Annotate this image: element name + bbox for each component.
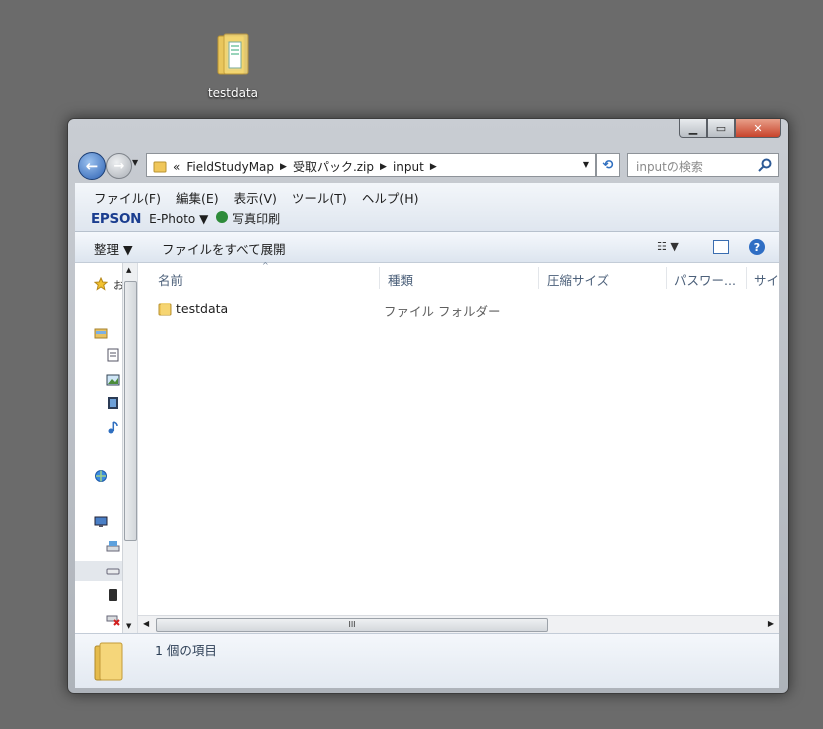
library-icon[interactable] (94, 326, 108, 340)
horizontal-scrollbar[interactable]: ◀ III ▶ (138, 615, 779, 633)
menu-file[interactable]: ファイル(F) (94, 188, 161, 207)
drive-icon[interactable] (106, 564, 120, 578)
epson-app-menu[interactable]: E-Photo ▼ (149, 212, 208, 226)
scroll-left-icon[interactable]: ◀ (143, 619, 149, 628)
menu-edit[interactable]: 編集(E) (176, 188, 219, 207)
document-icon[interactable] (106, 348, 120, 362)
search-input[interactable]: inputの検索 (627, 153, 779, 177)
minimize-button[interactable]: ▁ (679, 119, 707, 138)
details-pane: 1 個の項目 (75, 633, 779, 688)
table-row[interactable]: testdata ファイル フォルダー (138, 299, 779, 321)
address-dropdown-icon[interactable]: ▼ (583, 160, 589, 169)
folder-icon (153, 161, 167, 173)
help-icon[interactable]: ? (749, 239, 765, 255)
folder-icon (94, 642, 123, 681)
print-photo-button[interactable]: 写真印刷 (216, 210, 280, 227)
navigation-pane: お ▲ ▼ (75, 263, 138, 633)
file-list: ^ 名前 種類 圧縮サイズ パスワー... サイ testdata ファイル フ… (138, 261, 779, 633)
explorer-window: ▁ ▭ ✕ ← → ▼ « FieldStudyMap ▶ 受取パック.zip … (67, 118, 789, 694)
file-name: testdata (176, 301, 229, 316)
music-icon[interactable] (106, 420, 120, 434)
column-type[interactable]: 種類 (388, 270, 413, 289)
picture-icon[interactable] (106, 373, 120, 387)
recent-pages-dropdown[interactable]: ▼ (132, 158, 138, 167)
extract-all-button[interactable]: ファイルをすべて展開 (162, 239, 286, 258)
column-separator[interactable] (538, 267, 539, 289)
command-bar: 整理 ▼ ファイルをすべて展開 ☷ ▼ ? (75, 232, 779, 263)
epson-app-label: E-Photo (149, 211, 196, 226)
address-row: ← → ▼ « FieldStudyMap ▶ 受取パック.zip ▶ inpu… (76, 151, 780, 180)
menu-help[interactable]: ヘルプ(H) (362, 188, 419, 207)
nav-vertical-scrollbar[interactable]: ▲ ▼ (122, 263, 137, 633)
scroll-up-icon[interactable]: ▲ (126, 266, 131, 274)
search-placeholder: inputの検索 (636, 160, 703, 174)
video-icon[interactable] (106, 396, 120, 410)
refresh-button[interactable]: ⟲ (596, 153, 620, 177)
preview-pane-icon[interactable] (713, 240, 729, 254)
print-photo-label: 写真印刷 (232, 212, 281, 226)
network-drive-icon[interactable] (106, 612, 120, 626)
drive-icon[interactable] (106, 588, 120, 602)
address-bar[interactable]: « FieldStudyMap ▶ 受取パック.zip ▶ input ▶ ▼ (146, 153, 596, 177)
forward-button[interactable]: → (106, 153, 132, 179)
column-size[interactable]: サイ (754, 270, 779, 289)
item-count: 1 個の項目 (155, 643, 217, 658)
nav-scroll-thumb[interactable] (124, 281, 137, 541)
epson-toolbar: EPSON E-Photo ▼ 写真印刷 (91, 210, 280, 227)
column-headers: ^ 名前 種類 圧縮サイズ パスワー... サイ (138, 261, 779, 293)
breadcrumb-overflow[interactable]: « (173, 160, 180, 174)
column-separator[interactable] (666, 267, 667, 289)
column-compressed-size[interactable]: 圧縮サイズ (547, 270, 609, 289)
network-icon[interactable] (94, 469, 108, 483)
window-controls: ▁ ▭ ✕ (679, 119, 781, 139)
menu-view[interactable]: 表示(V) (234, 188, 277, 207)
views-icon[interactable]: ☷ ▼ (657, 240, 679, 253)
menu-tools[interactable]: ツール(T) (292, 188, 347, 207)
folder-icon (215, 32, 251, 78)
breadcrumb-input[interactable]: input (393, 160, 424, 174)
desktop-folder-testdata[interactable]: testdata (198, 32, 268, 100)
breadcrumb-separator-icon[interactable]: ▶ (380, 162, 387, 172)
file-type: ファイル フォルダー (384, 304, 501, 319)
star-icon[interactable] (94, 277, 108, 291)
breadcrumb-separator-icon[interactable]: ▶ (430, 162, 437, 172)
maximize-button[interactable]: ▭ (707, 119, 735, 138)
organize-button[interactable]: 整理 ▼ (94, 239, 133, 258)
scroll-down-icon[interactable]: ▼ (126, 622, 131, 630)
search-icon[interactable] (757, 157, 773, 173)
breadcrumb-fieldstudymap[interactable]: FieldStudyMap (186, 160, 274, 174)
refresh-icon: ⟲ (602, 157, 614, 173)
column-separator[interactable] (379, 267, 380, 289)
column-name[interactable]: 名前 (158, 270, 183, 289)
scroll-right-icon[interactable]: ▶ (768, 619, 774, 628)
organize-label: 整理 (94, 242, 120, 257)
desktop-icon-label: testdata (207, 86, 259, 100)
horizontal-scroll-thumb[interactable]: III (156, 618, 548, 632)
epson-logo: EPSON (91, 210, 142, 227)
drive-icon[interactable] (106, 539, 120, 553)
scroll-grip: III (348, 620, 356, 629)
sort-ascending-icon: ^ (262, 261, 269, 270)
menu-bar: ファイル(F) 編集(E) 表示(V) ツール(T) ヘルプ(H) EPSON … (75, 183, 779, 232)
column-separator[interactable] (746, 267, 747, 289)
back-button[interactable]: ← (78, 152, 106, 180)
breadcrumb-separator-icon[interactable]: ▶ (280, 162, 287, 172)
close-button[interactable]: ✕ (735, 119, 781, 138)
column-password[interactable]: パスワー... (674, 270, 736, 289)
back-icon: ← (85, 157, 99, 175)
breadcrumb-zip[interactable]: 受取パック.zip (293, 158, 374, 175)
folder-icon (158, 303, 172, 316)
forward-icon: → (113, 158, 125, 174)
computer-icon[interactable] (94, 515, 108, 529)
printer-icon (216, 211, 229, 223)
